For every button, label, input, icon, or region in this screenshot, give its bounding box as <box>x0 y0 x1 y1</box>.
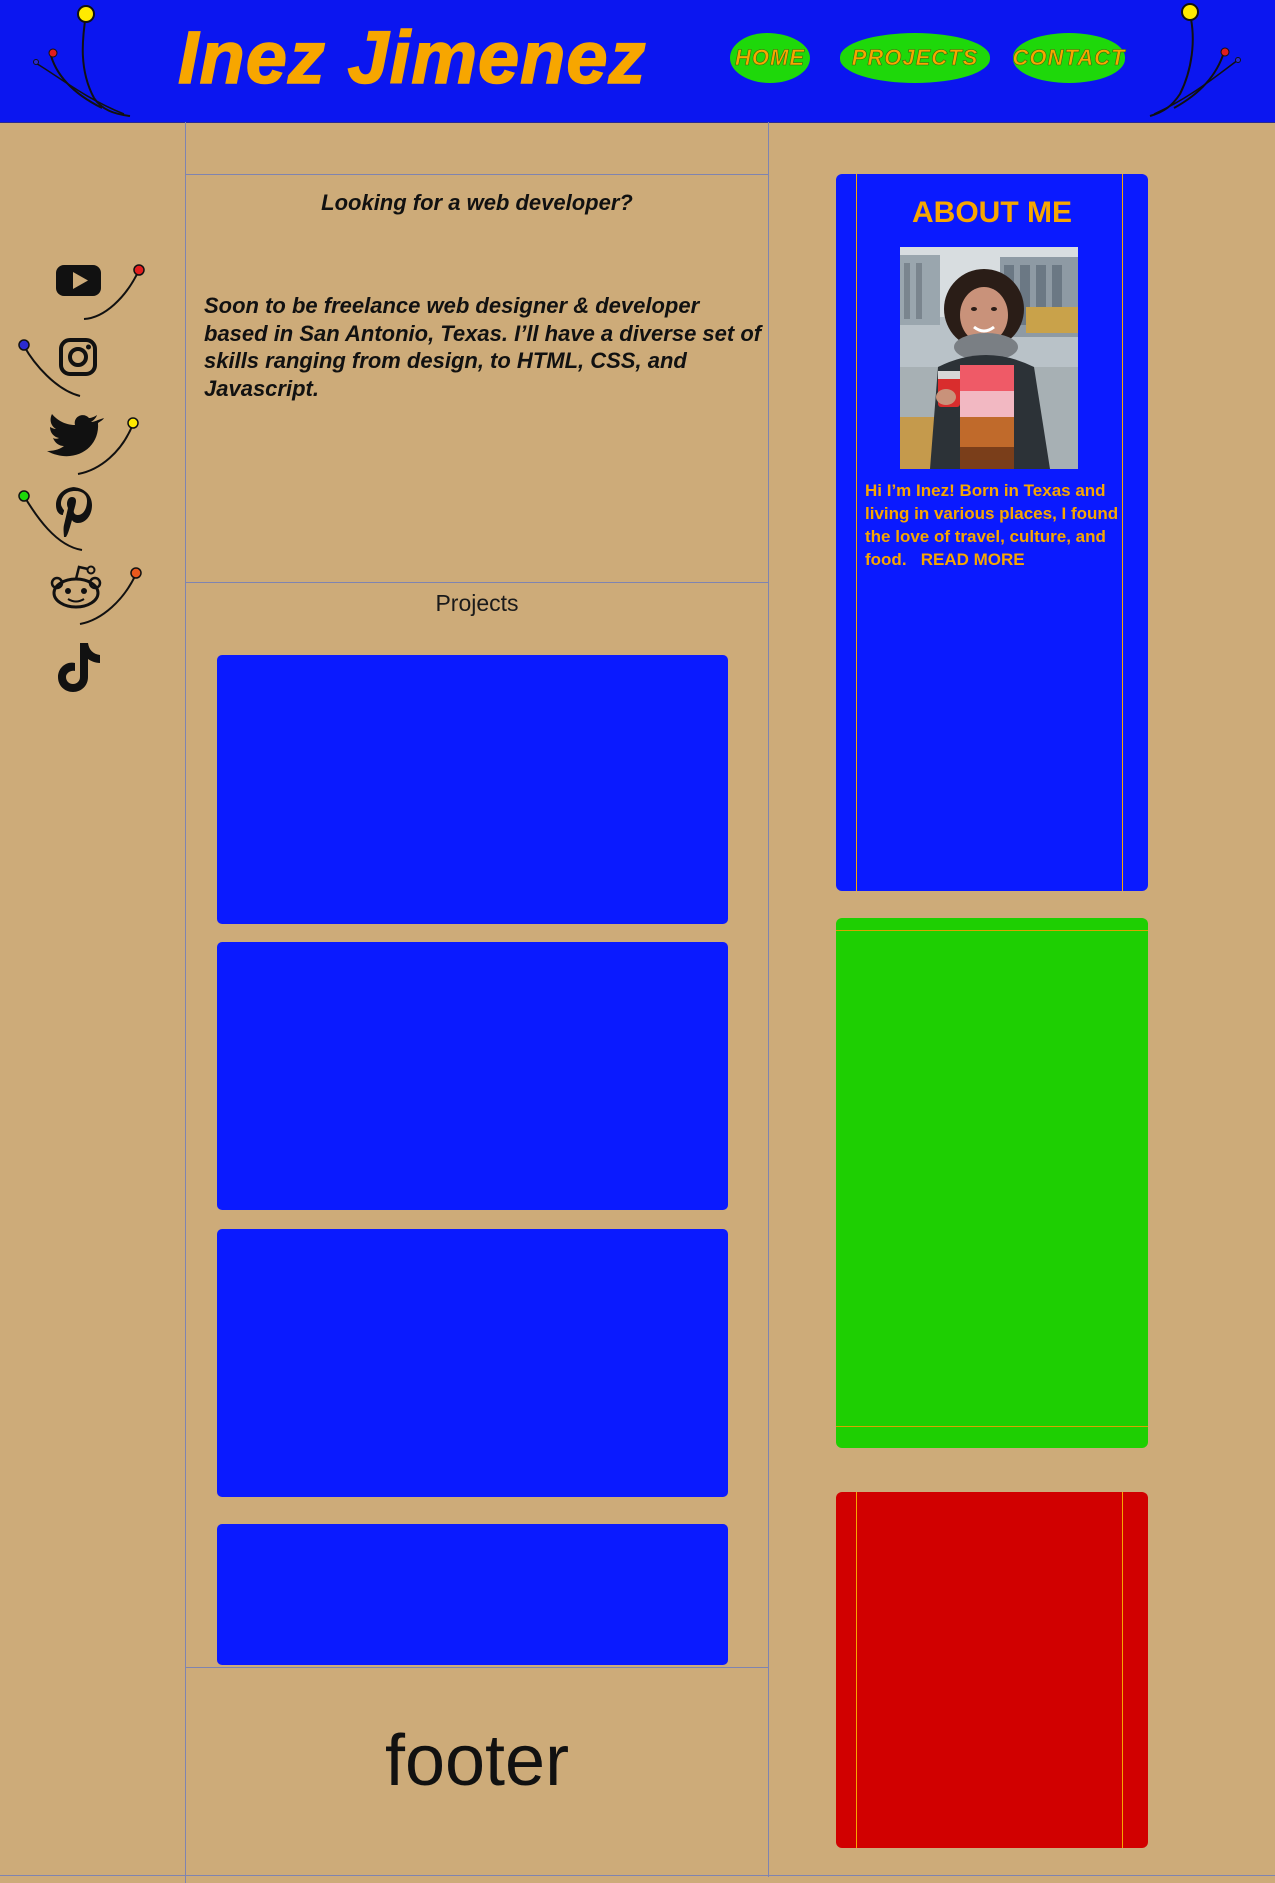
social-links <box>18 264 145 692</box>
row-divider <box>185 582 769 583</box>
green-card <box>836 918 1148 1448</box>
card-edge-line <box>1122 1492 1123 1848</box>
reddit-icon[interactable] <box>50 565 102 609</box>
row-divider <box>185 1667 769 1668</box>
twitter-icon[interactable] <box>47 414 104 457</box>
projects-title: Projects <box>435 590 519 616</box>
project-card[interactable] <box>217 1229 728 1497</box>
card-edge-line <box>856 1492 857 1848</box>
card-edge-line <box>836 930 1148 931</box>
project-card[interactable] <box>217 655 728 924</box>
column-divider-left <box>185 122 186 1883</box>
read-more-link[interactable]: READ MORE <box>921 550 1025 569</box>
instagram-icon[interactable] <box>59 338 97 376</box>
row-divider <box>185 174 769 175</box>
site-header: Inez Jimenez HOME PROJECTS CONTACT <box>0 0 1275 123</box>
page-bottom-line <box>0 1875 1275 1876</box>
profile-photo <box>900 247 1078 469</box>
about-me-text: Hi I’m Inez! Born in Texas and living in… <box>865 479 1125 571</box>
intro-heading: Looking for a web developer? <box>321 190 633 215</box>
column-divider-right <box>768 122 769 1877</box>
footer: footer <box>384 1721 570 1801</box>
intro-body: Soon to be freelance web designer & deve… <box>204 293 762 401</box>
nav-contact-button[interactable]: CONTACT <box>1012 33 1125 83</box>
nav-home-button[interactable]: HOME <box>730 33 810 83</box>
nav-projects-button[interactable]: PROJECTS <box>840 33 990 83</box>
card-edge-line <box>856 174 857 891</box>
about-me-card: ABOUT ME Hi I’m Inez! Born in Texas and … <box>836 174 1148 891</box>
youtube-icon[interactable] <box>56 265 101 296</box>
tiktok-icon[interactable] <box>58 643 100 692</box>
site-title[interactable]: Inez Jimenez <box>177 14 647 102</box>
pinterest-icon[interactable] <box>56 487 92 537</box>
project-card[interactable] <box>217 1524 728 1665</box>
card-edge-line <box>836 1426 1148 1427</box>
red-card <box>836 1492 1148 1848</box>
decorative-sprig-icon <box>1149 3 1241 117</box>
about-me-title: ABOUT ME <box>912 196 1072 229</box>
project-card[interactable] <box>217 942 728 1210</box>
decorative-sprig-icon <box>33 5 131 117</box>
